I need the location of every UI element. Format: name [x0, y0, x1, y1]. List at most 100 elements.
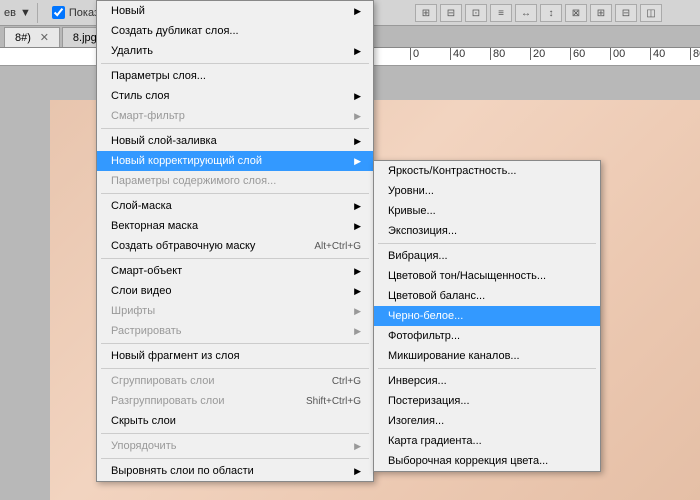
menu-item-label: Яркость/Контрастность... [388, 165, 516, 177]
ruler-tick: 40 [650, 48, 690, 60]
divider [37, 3, 38, 23]
align-icon-3[interactable]: ≡ [490, 4, 512, 22]
submenu-arrow-icon: ▶ [354, 6, 361, 17]
menu-item-label: Смарт-фильтр [111, 110, 185, 122]
layer-menu-item-12[interactable]: Слой-маска▶ [97, 196, 373, 216]
menu-item-label: Постеризация... [388, 395, 470, 407]
menu-item-label: Стиль слоя [111, 90, 169, 102]
layer-menu-item-23: Сгруппировать слоиCtrl+G [97, 371, 373, 391]
submenu-arrow-icon: ▶ [354, 466, 361, 477]
menu-item-label: Цветовой тон/Насыщенность... [388, 270, 546, 282]
layer-menu-item-18: Шрифты ▶ [97, 301, 373, 321]
adjustment-submenu-item-6[interactable]: Цветовой тон/Насыщенность... [374, 266, 600, 286]
layer-menu-item-4[interactable]: Параметры слоя... [97, 66, 373, 86]
adjustment-submenu-item-8[interactable]: Черно-белое... [374, 306, 600, 326]
adjustment-submenu-item-15[interactable]: Карта градиента... [374, 431, 600, 451]
align-icon-8[interactable]: ⊟ [615, 4, 637, 22]
menu-separator [378, 243, 596, 244]
align-icon-0[interactable]: ⊞ [415, 4, 437, 22]
menu-item-label: Карта градиента... [388, 435, 482, 447]
left-fragment: ев [4, 7, 16, 19]
layer-menu-item-29[interactable]: Выровнять слои по области ▶ [97, 461, 373, 481]
ruler-tick: 20 [530, 48, 570, 60]
layer-menu-item-17[interactable]: Слои видео▶ [97, 281, 373, 301]
layer-menu-item-21[interactable]: Новый фрагмент из слоя [97, 346, 373, 366]
layer-menu-item-9[interactable]: Новый корректирующий слой▶ [97, 151, 373, 171]
adjustment-submenu-item-12[interactable]: Инверсия... [374, 371, 600, 391]
menu-item-label: Скрыть слои [111, 415, 176, 427]
menu-item-label: Разгруппировать слои [111, 395, 225, 407]
layer-menu-item-5[interactable]: Стиль слоя▶ [97, 86, 373, 106]
layer-menu-item-25[interactable]: Скрыть слои [97, 411, 373, 431]
layer-menu-item-24: Разгруппировать слоиShift+Ctrl+G [97, 391, 373, 411]
adjustment-submenu-item-2[interactable]: Кривые... [374, 201, 600, 221]
menu-item-label: Слои видео [111, 285, 171, 297]
menu-separator [101, 343, 369, 344]
align-icon-7[interactable]: ⊞ [590, 4, 612, 22]
layer-menu-item-1[interactable]: Создать дубликат слоя... [97, 21, 373, 41]
menu-separator [101, 63, 369, 64]
layer-menu-item-2[interactable]: Удалить ▶ [97, 41, 373, 61]
align-icon-5[interactable]: ↕ [540, 4, 562, 22]
adjustment-submenu-item-16[interactable]: Выборочная коррекция цвета... [374, 451, 600, 471]
submenu-arrow-icon: ▶ [354, 221, 361, 232]
menu-item-label: Изогелия... [388, 415, 444, 427]
menu-item-label: Удалить [111, 45, 153, 57]
close-icon[interactable]: ✕ [40, 32, 49, 44]
show-label: Показ [69, 7, 99, 19]
adjustment-submenu-item-10[interactable]: Микширование каналов... [374, 346, 600, 366]
align-icon-6[interactable]: ⊠ [565, 4, 587, 22]
layer-menu-item-13[interactable]: Векторная маска ▶ [97, 216, 373, 236]
submenu-arrow-icon: ▶ [354, 111, 361, 122]
menu-item-label: Параметры слоя... [111, 70, 206, 82]
menu-separator [101, 128, 369, 129]
menu-item-label: Векторная маска [111, 220, 198, 232]
document-tab-1[interactable]: 8#) ✕ [4, 27, 60, 47]
menu-item-label: Цветовой баланс... [388, 290, 485, 302]
adjustment-submenu-item-0[interactable]: Яркость/Контрастность... [374, 161, 600, 181]
menu-item-label: Новый фрагмент из слоя [111, 350, 240, 362]
menu-separator [101, 258, 369, 259]
adjustment-submenu-item-14[interactable]: Изогелия... [374, 411, 600, 431]
layer-menu-item-19: Растрировать▶ [97, 321, 373, 341]
menu-item-label: Параметры содержимого слоя... [111, 175, 276, 187]
menu-item-label: Шрифты [111, 305, 155, 317]
submenu-arrow-icon: ▶ [354, 46, 361, 57]
menu-item-label: Новый слой-заливка [111, 135, 217, 147]
menu-separator [101, 193, 369, 194]
menu-item-label: Сгруппировать слои [111, 375, 214, 387]
menu-item-label: Кривые... [388, 205, 436, 217]
adjustment-submenu-item-7[interactable]: Цветовой баланс... [374, 286, 600, 306]
ruler-tick: 00 [610, 48, 650, 60]
layer-menu-item-8[interactable]: Новый слой-заливка ▶ [97, 131, 373, 151]
adjustment-submenu-item-3[interactable]: Экспозиция... [374, 221, 600, 241]
align-icon-4[interactable]: ↔ [515, 4, 537, 22]
submenu-arrow-icon: ▶ [354, 136, 361, 147]
layer-menu-item-14[interactable]: Создать обтравочную маску Alt+Ctrl+G [97, 236, 373, 256]
menu-shortcut: Alt+Ctrl+G [314, 241, 361, 252]
ruler-tick: 80 [490, 48, 530, 60]
layer-menu-item-0[interactable]: Новый▶ [97, 1, 373, 21]
adjustment-submenu-item-13[interactable]: Постеризация... [374, 391, 600, 411]
menu-item-label: Упорядочить [111, 440, 176, 452]
menu-item-label: Создать обтравочную маску [111, 240, 255, 252]
submenu-arrow-icon: ▶ [354, 441, 361, 452]
submenu-arrow-icon: ▶ [354, 306, 361, 317]
menu-item-label: Экспозиция... [388, 225, 457, 237]
ruler-tick: 60 [570, 48, 610, 60]
menu-item-label: Смарт-объект [111, 265, 182, 277]
align-icon-9[interactable]: ◫ [640, 4, 662, 22]
menu-item-label: Инверсия... [388, 375, 447, 387]
adjustment-submenu-item-5[interactable]: Вибрация... [374, 246, 600, 266]
adjustment-submenu-item-9[interactable]: Фотофильтр... [374, 326, 600, 346]
submenu-arrow-icon: ▶ [354, 201, 361, 212]
layer-menu-item-16[interactable]: Смарт-объект▶ [97, 261, 373, 281]
adjustment-submenu-item-1[interactable]: Уровни... [374, 181, 600, 201]
layer-menu-item-10: Параметры содержимого слоя... [97, 171, 373, 191]
menu-item-label: Выровнять слои по области [111, 465, 254, 477]
align-icon-2[interactable]: ⊡ [465, 4, 487, 22]
align-icon-1[interactable]: ⊟ [440, 4, 462, 22]
align-toolbar: ⊞⊟⊡≡↔↕⊠⊞⊟◫ [415, 4, 662, 22]
submenu-arrow-icon: ▶ [354, 156, 361, 167]
show-checkbox[interactable] [52, 6, 65, 19]
